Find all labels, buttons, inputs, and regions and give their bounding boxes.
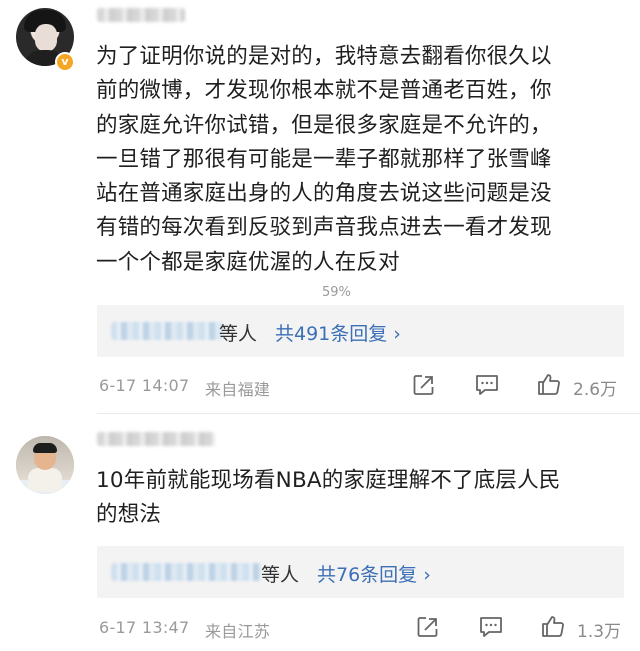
comment-location: 来自江苏: [205, 622, 271, 641]
reply-count-link[interactable]: 共76条回复 ›: [317, 560, 431, 587]
comment-item: 10年前就能现场看NBA的家庭理解不了底层人民 的想法 等人 共76条回复 › …: [0, 0, 640, 651]
comment-text: 10年前就能现场看NBA的家庭理解不了底层人民 的想法: [96, 464, 626, 533]
like-count: 1.3万: [577, 622, 622, 642]
avatar-hair: [33, 443, 57, 453]
comment-time: 6-17 13:47: [99, 618, 190, 637]
username-blurred[interactable]: [97, 432, 215, 446]
comment-icon[interactable]: [478, 614, 504, 640]
reply-summary[interactable]: 等人 共76条回复 ›: [97, 546, 624, 598]
avatar-shirt: [28, 468, 62, 492]
like-icon[interactable]: [540, 613, 566, 639]
comment-text-line: 10年前就能现场看NBA的家庭理解不了底层人民: [96, 468, 561, 493]
reply-users-blurred: [111, 563, 261, 581]
share-icon[interactable]: [415, 614, 441, 640]
comment-text-line: 的想法: [96, 502, 162, 528]
avatar[interactable]: [16, 436, 74, 494]
reply-users-label: 等人: [261, 564, 300, 586]
